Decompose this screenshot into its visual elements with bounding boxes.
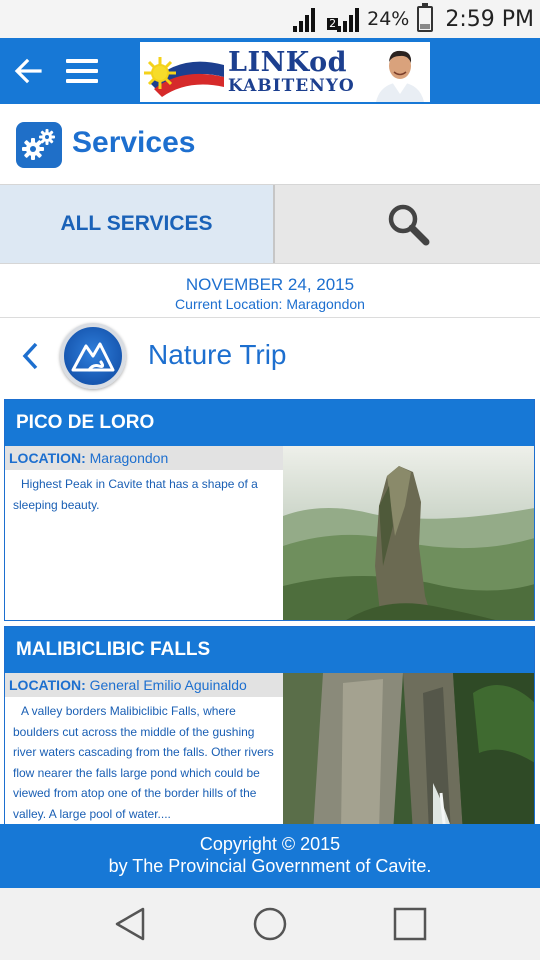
governor-portrait <box>370 42 430 102</box>
copyright-line: Copyright © 2015 <box>199 834 341 854</box>
listing-card[interactable]: MALIBICLIBIC FALLS LOCATION: General Emi… <box>4 626 535 830</box>
date-location-block: NOVEMBER 24, 2015 Current Location: Mara… <box>0 266 540 318</box>
listing-title: MALIBICLIBIC FALLS <box>5 627 534 673</box>
brand-line-1: LINKod <box>228 46 348 78</box>
listing-card[interactable]: PICO DE LORO LOCATION: Maragondon Highes… <box>4 399 535 621</box>
category-header: Nature Trip <box>0 319 540 393</box>
clock: 2:59 PM <box>445 6 534 32</box>
hamburger-line <box>66 69 98 73</box>
magnifier-icon <box>388 204 429 246</box>
square-recents-icon <box>393 907 427 941</box>
copyright-owner: by The Provincial Government of Cavite. <box>108 856 432 876</box>
battery-percent: 24% <box>367 8 410 30</box>
gears-icon <box>16 122 62 168</box>
circle-home-icon <box>253 907 287 941</box>
listing-body: LOCATION: Maragondon Highest Peak in Cav… <box>5 446 534 620</box>
current-location: Current Location: Maragondon <box>175 296 365 312</box>
listing-info: LOCATION: Maragondon Highest Peak in Cav… <box>5 446 283 620</box>
listing-description: Highest Peak in Cavite that has a shape … <box>13 477 258 512</box>
tab-all-services[interactable]: ALL SERVICES <box>0 185 275 263</box>
chevron-left-icon <box>22 342 38 370</box>
brand-logo: LINKod KABITENYO <box>140 42 430 102</box>
brand-line-2: KABITENYO <box>228 75 355 96</box>
search-button[interactable] <box>275 185 540 263</box>
status-bar-right: 2 24% 2:59 PM <box>293 0 534 38</box>
hamburger-line <box>66 79 98 83</box>
back-button[interactable] <box>8 51 48 91</box>
brand-text: LINKod KABITENYO <box>228 49 355 96</box>
footer: Copyright © 2015 by The Provincial Gover… <box>0 824 540 888</box>
arrow-left-icon <box>14 58 42 84</box>
cavite-flag-logo <box>140 43 226 101</box>
location-value: Maragondon <box>89 450 169 466</box>
listing-title: PICO DE LORO <box>5 400 534 446</box>
page-title: Services <box>72 126 196 159</box>
listing-photo-malibiclibic-falls <box>283 673 534 829</box>
listing-location: LOCATION: Maragondon <box>5 446 283 470</box>
current-date: NOVEMBER 24, 2015 <box>185 275 355 294</box>
hamburger-menu-icon <box>66 59 98 63</box>
listing-info: LOCATION: General Emilio Aguinaldo A val… <box>5 673 283 829</box>
listing-photo-pico-de-loro <box>283 446 534 620</box>
services-header: Services <box>0 104 540 184</box>
sim-badge: 2 <box>327 17 339 30</box>
status-bar: 2 24% 2:59 PM <box>0 0 540 38</box>
listing-location: LOCATION: General Emilio Aguinaldo <box>5 673 283 697</box>
system-nav-bar <box>0 888 540 960</box>
battery-fill <box>420 23 431 29</box>
listing-description: A valley borders Malibiclibic Falls, whe… <box>13 704 274 821</box>
location-label: LOCATION: <box>9 677 86 693</box>
location-value: General Emilio Aguinaldo <box>89 677 247 693</box>
app-bar: LINKod KABITENYO <box>0 38 540 104</box>
menu-button[interactable] <box>66 51 106 91</box>
listing-body: LOCATION: General Emilio Aguinaldo A val… <box>5 673 534 829</box>
category-back-button[interactable] <box>20 339 50 373</box>
signal-icon-sim1 <box>293 6 316 32</box>
location-label: LOCATION: <box>9 450 86 466</box>
services-tabs: ALL SERVICES <box>0 184 540 264</box>
nav-recents-button[interactable] <box>380 894 440 954</box>
category-title: Nature Trip <box>148 339 287 370</box>
signal-icon-sim2: 2 <box>323 6 360 32</box>
battery-icon <box>417 3 434 32</box>
mountain-road-icon <box>60 323 126 389</box>
nav-back-button[interactable] <box>100 894 160 954</box>
triangle-back-icon <box>115 907 145 941</box>
nav-home-button[interactable] <box>240 894 300 954</box>
